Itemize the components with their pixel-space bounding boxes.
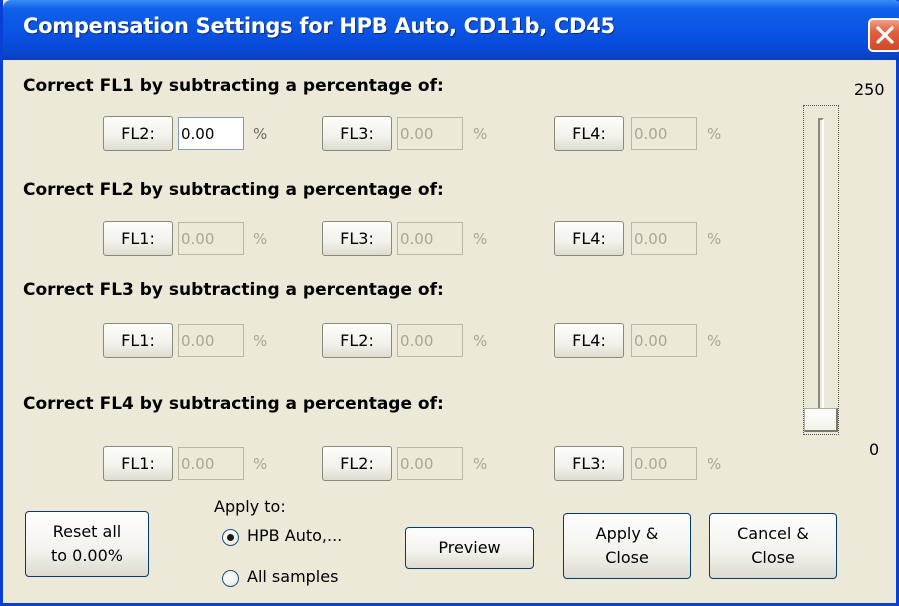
fl2-fl1-percent-input (178, 222, 244, 255)
fl1-source-fl3-button[interactable]: FL3: (322, 116, 392, 151)
cancel-close-button[interactable]: Cancel & Close (709, 513, 837, 579)
fl3-source-fl1-button[interactable]: FL1: (103, 323, 173, 358)
fl4-fl3-percent-input (631, 447, 697, 480)
fl1-fl4-percent-input (631, 117, 697, 150)
preview-button[interactable]: Preview (405, 527, 534, 569)
fl3-fl2-percent-input (397, 324, 463, 357)
percent-unit: % (473, 125, 488, 143)
cancel-close-label-line2: Close (751, 548, 795, 567)
percent-unit: % (707, 332, 722, 350)
slider-max-label: 250 (854, 80, 885, 99)
fl4-source-fl3-button[interactable]: FL3: (554, 446, 624, 481)
fl3-fl1-percent-input (178, 324, 244, 357)
percent-unit: % (473, 230, 488, 248)
percent-unit: % (253, 455, 268, 473)
slider-min-label: 0 (869, 440, 880, 459)
radio-selected-dot (227, 534, 234, 541)
section-heading-fl2: Correct FL2 by subtracting a percentage … (23, 180, 444, 200)
apply-close-button[interactable]: Apply & Close (563, 513, 691, 579)
title-bar[interactable]: Compensation Settings for HPB Auto, CD11… (3, 0, 899, 60)
fl2-source-fl4-button[interactable]: FL4: (554, 221, 624, 256)
percent-unit: % (707, 455, 722, 473)
fl2-fl3-percent-input (397, 222, 463, 255)
percent-unit: % (707, 230, 722, 248)
fl1-source-fl4-button[interactable]: FL4: (554, 116, 624, 151)
fl3-fl4-percent-input (631, 324, 697, 357)
cancel-close-label-line1: Cancel & (737, 524, 809, 543)
fl2-source-fl1-button[interactable]: FL1: (103, 221, 173, 256)
percent-unit: % (707, 125, 722, 143)
radio-all-samples-label[interactable]: All samples (247, 567, 338, 586)
section-heading-fl3: Correct FL3 by subtracting a percentage … (23, 280, 444, 300)
radio-all-samples[interactable] (222, 570, 239, 587)
fl1-fl3-percent-input (397, 117, 463, 150)
fl2-source-fl3-button[interactable]: FL3: (322, 221, 392, 256)
percent-unit: % (253, 230, 268, 248)
percent-unit: % (253, 125, 268, 143)
fl3-source-fl2-button[interactable]: FL2: (322, 323, 392, 358)
fl1-fl2-percent-input[interactable] (178, 117, 244, 150)
reset-all-label-line2: to 0.00% (51, 546, 123, 565)
fl3-source-fl4-button[interactable]: FL4: (554, 323, 624, 358)
apply-close-label-line1: Apply & (595, 524, 659, 543)
window-title: Compensation Settings for HPB Auto, CD11… (23, 14, 615, 38)
percent-unit: % (473, 455, 488, 473)
radio-current-sample-label[interactable]: HPB Auto,... (247, 526, 342, 545)
radio-current-sample[interactable] (222, 529, 239, 546)
fl4-fl2-percent-input (397, 447, 463, 480)
section-heading-fl1: Correct FL1 by subtracting a percentage … (23, 76, 444, 96)
reset-all-button[interactable]: Reset all to 0.00% (25, 511, 149, 577)
percent-unit: % (473, 332, 488, 350)
apply-to-label: Apply to: (214, 497, 286, 516)
section-heading-fl4: Correct FL4 by subtracting a percentage … (23, 394, 444, 414)
slider-thumb[interactable] (804, 408, 838, 432)
reset-all-label-line1: Reset all (52, 522, 122, 541)
slider-groove (818, 118, 824, 428)
fl4-source-fl1-button[interactable]: FL1: (103, 446, 173, 481)
fl4-source-fl2-button[interactable]: FL2: (322, 446, 392, 481)
percent-unit: % (253, 332, 268, 350)
close-button[interactable] (868, 18, 899, 52)
fl2-fl4-percent-input (631, 222, 697, 255)
fl4-fl1-percent-input (178, 447, 244, 480)
close-icon (876, 26, 894, 44)
compensation-dialog: Compensation Settings for HPB Auto, CD11… (0, 0, 899, 606)
apply-close-label-line2: Close (605, 548, 649, 567)
fl1-source-fl2-button[interactable]: FL2: (103, 116, 173, 151)
